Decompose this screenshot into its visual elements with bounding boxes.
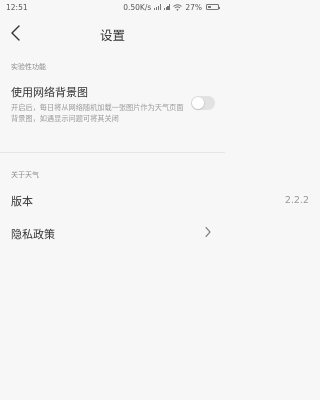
version-value: 2.2.2 [284, 195, 309, 206]
background-setting-description: 开启后，每日将从网络随机加载一张图片作为天气页面背景图，如遇显示问题可将其关闭 [11, 103, 184, 123]
status-indicators: 0.50K/s 27% [123, 2, 220, 12]
signal-icon-secondary [163, 4, 171, 10]
section-label-about: 关于天气 [11, 171, 39, 179]
wifi-icon [173, 3, 183, 11]
app-header: 设置 [0, 14, 225, 52]
status-bar: 12:51 0.50K/s 27% [0, 0, 225, 14]
background-toggle[interactable] [191, 96, 215, 110]
chevron-right-icon[interactable] [204, 226, 212, 238]
privacy-policy-label[interactable]: 隐私政策 [11, 226, 55, 242]
toggle-knob [192, 97, 204, 109]
network-speed: 0.50K/s [123, 2, 152, 12]
background-setting-title: 使用网络背景图 [11, 86, 88, 99]
battery-icon [206, 4, 220, 10]
page-title: 设置 [99, 28, 125, 43]
version-label: 版本 [11, 195, 33, 208]
status-time: 12:51 [6, 2, 28, 12]
section-divider [0, 152, 225, 153]
battery-percent: 27% [185, 2, 202, 12]
section-label-experimental: 实验性功能 [11, 63, 46, 71]
signal-icon [154, 4, 161, 10]
